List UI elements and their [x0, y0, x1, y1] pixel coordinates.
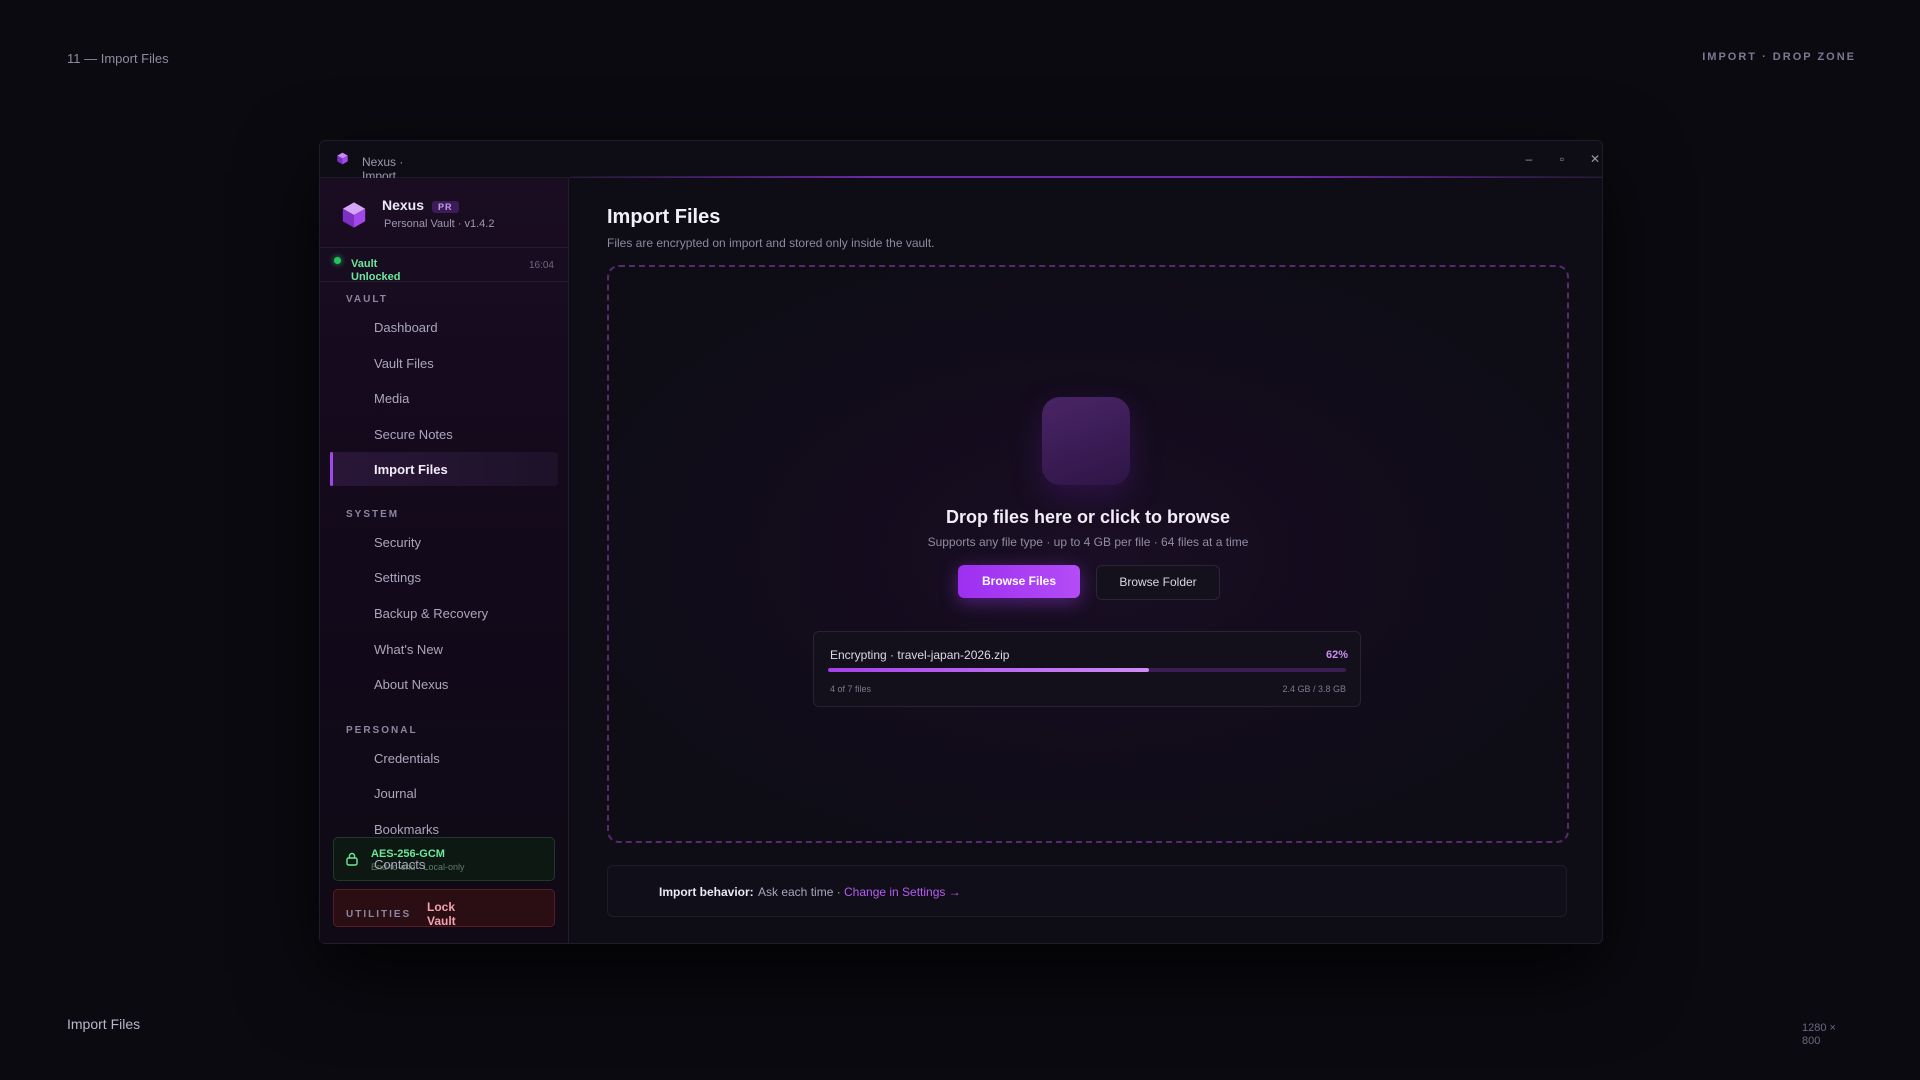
app-window: Nexus · Import – ▫ ✕ Nexus PR Personal V… [319, 140, 1603, 944]
sidebar-item-contacts[interactable]: Contacts [330, 847, 558, 881]
drop-zone[interactable]: Drop files here or click to browse Suppo… [607, 265, 1569, 843]
divider [320, 247, 568, 248]
sidebar-item-label: Settings [374, 570, 421, 585]
sidebar-item-label: Secure Notes [374, 427, 453, 442]
nav-section-personal: PERSONAL [346, 725, 418, 736]
sidebar-item-about-nexus[interactable]: About Nexus [330, 667, 558, 701]
sidebar: Nexus PR Personal Vault · v1.4.2 Vault U… [320, 178, 569, 943]
behavior-label: Import behavior: [659, 885, 754, 899]
import-progress-card: Encrypting · travel-japan-2026.zip 62% 4… [813, 631, 1361, 707]
sidebar-item-label: Bookmarks [374, 822, 440, 837]
frame-top-right-label: IMPORT · DROP ZONE [1702, 51, 1856, 63]
upload-icon [1042, 397, 1130, 485]
brand-subtitle: Personal Vault · v1.4.2 [384, 218, 495, 230]
dropzone-subtitle: Supports any file type · up to 4 GB per … [927, 535, 1249, 549]
sidebar-item-import-files[interactable]: Import Files [330, 452, 558, 486]
lock-vault-label: Lock Vault [427, 900, 456, 928]
progress-label: Encrypting · travel-japan-2026.zip [830, 648, 1010, 662]
browse-files-button[interactable]: Browse Files [958, 565, 1080, 598]
sidebar-item-security[interactable]: Security [330, 525, 558, 559]
sidebar-item-credentials[interactable]: Credentials [330, 741, 558, 775]
sidebar-item-media[interactable]: Media [330, 381, 558, 415]
lock-vault-button[interactable]: Lock Vault [333, 889, 555, 928]
sidebar-item-journal[interactable]: Journal [330, 776, 558, 810]
sidebar-item-settings[interactable]: Settings [330, 560, 558, 594]
change-settings-link[interactable]: Change in Settings → [844, 885, 961, 899]
cube-icon [337, 152, 348, 165]
import-behavior-bar: Import behavior: Ask each time · Change … [607, 865, 1567, 917]
status-dot-icon [334, 257, 341, 264]
nav-section-vault: VAULT [346, 294, 388, 305]
progress-bar [828, 668, 1346, 672]
sidebar-item-label: Security [374, 535, 421, 550]
sidebar-item-dashboard[interactable]: Dashboard [330, 310, 558, 344]
progress-files: 4 of 7 files [830, 684, 872, 694]
brand-name: Nexus [382, 197, 425, 213]
sidebar-item-label: Backup & Recovery [374, 606, 489, 621]
status-time: 16:04 [528, 260, 554, 271]
divider [320, 281, 568, 282]
minimize-button[interactable]: – [1519, 151, 1539, 167]
close-button[interactable]: ✕ [1585, 151, 1605, 167]
sidebar-item-vault-files[interactable]: Vault Files [330, 346, 558, 380]
cube-icon [342, 202, 366, 228]
sidebar-item-label: Import Files [374, 462, 448, 477]
frame-bottom-right-label: 1280 × 800 [1802, 1022, 1836, 1047]
maximize-button[interactable]: ▫ [1552, 151, 1572, 167]
brand-badge: PR [432, 201, 459, 213]
page-title: Import Files [607, 206, 721, 228]
frame-top-left-label: 11 — Import Files [67, 51, 169, 66]
sidebar-item-label: Dashboard [374, 320, 438, 335]
title-bar: Nexus · Import – ▫ ✕ [320, 141, 1605, 183]
sidebar-item-label: About Nexus [374, 677, 449, 692]
progress-size: 2.4 GB / 3.8 GB [1282, 684, 1346, 694]
frame-bottom-left-label: Import Files [67, 1016, 141, 1032]
page-subtitle: Files are encrypted on import and stored… [607, 236, 935, 250]
nav-section-utilities: UTILITIES [346, 909, 412, 920]
sidebar-item-label: Journal [374, 786, 417, 801]
main-content: Import Files Files are encrypted on impo… [569, 178, 1602, 943]
browse-folder-button[interactable]: Browse Folder [1096, 565, 1220, 600]
sidebar-item-label: Credentials [374, 751, 440, 766]
sidebar-item-label: Media [374, 391, 410, 406]
sidebar-item-label: Vault Files [374, 356, 434, 371]
sidebar-item-label: Contacts [374, 857, 426, 872]
sidebar-item-whats-new[interactable]: What's New [330, 632, 558, 666]
dropzone-title: Drop files here or click to browse [945, 507, 1231, 527]
progress-bar-fill [828, 668, 1150, 672]
sidebar-item-backup-recovery[interactable]: Backup & Recovery [330, 596, 558, 630]
progress-percent: 62% [1325, 649, 1348, 661]
sidebar-item-secure-notes[interactable]: Secure Notes [330, 417, 558, 451]
nav-section-system: SYSTEM [346, 509, 400, 520]
sidebar-item-label: What's New [374, 642, 443, 657]
behavior-value: Ask each time · [758, 885, 841, 899]
